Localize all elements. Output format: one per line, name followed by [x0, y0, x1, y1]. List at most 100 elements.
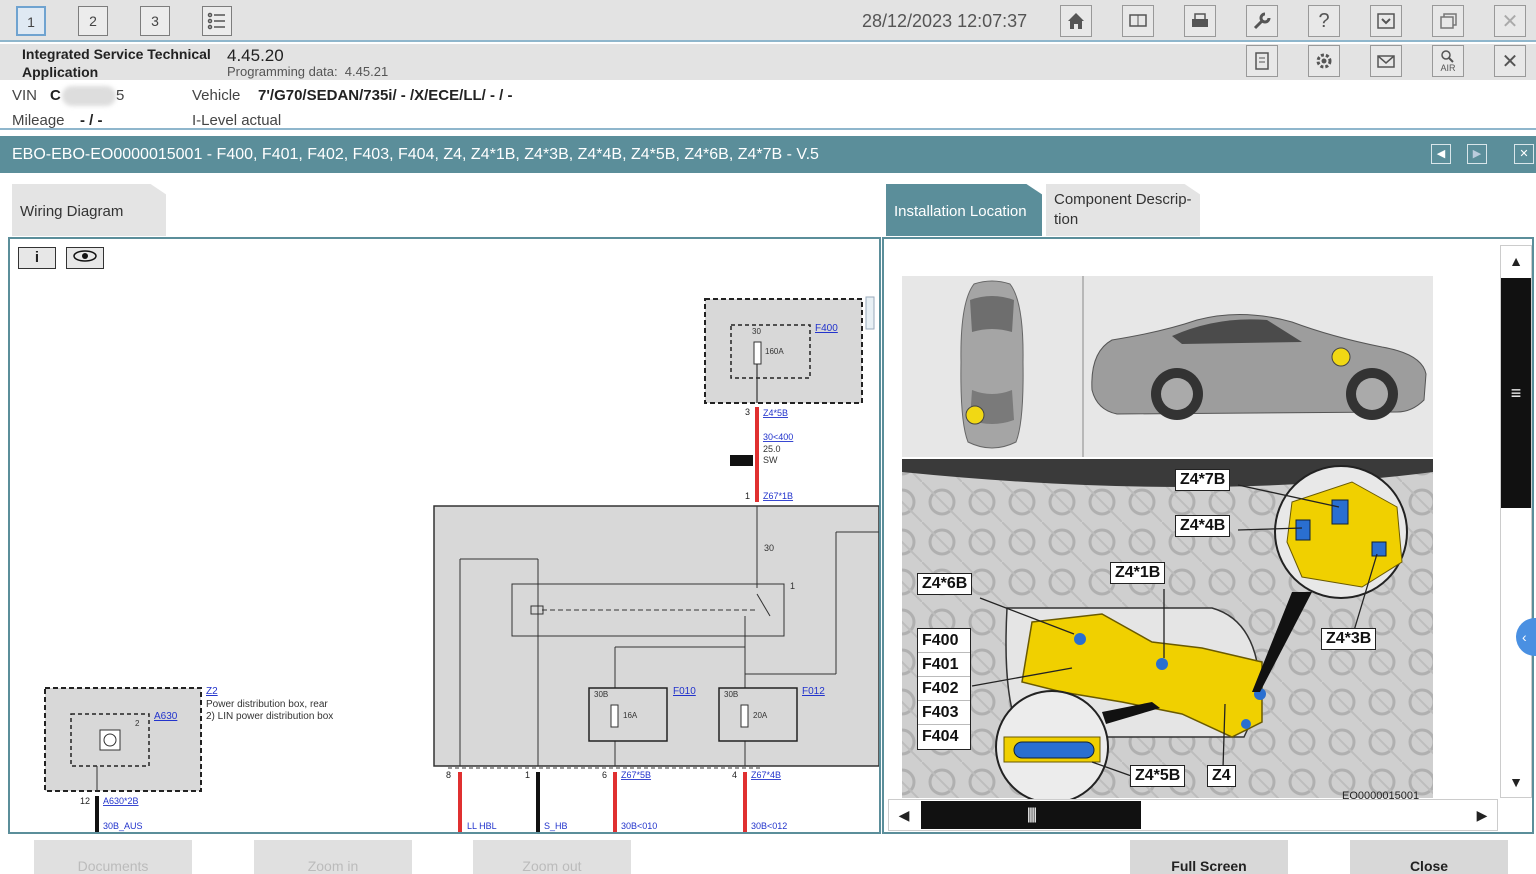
vehicle-label: Vehicle — [192, 87, 241, 104]
session-tab-3[interactable]: 3 — [140, 6, 170, 36]
wire-30b-aus[interactable]: 30B_AUS — [103, 821, 143, 831]
wire-30-400[interactable]: 30<400 — [763, 432, 793, 442]
fuse-f402[interactable]: F402 — [918, 677, 970, 701]
app-name: Integrated Service Technical Application — [22, 46, 211, 80]
printer-icon[interactable] — [1184, 5, 1216, 37]
fuse-f400[interactable]: F400 — [918, 629, 970, 653]
vin-suffix: 5 — [116, 87, 125, 104]
window-icon[interactable] — [1432, 5, 1464, 37]
vehicle-value: 7'/G70/SEDAN/735i/ - /X/ECE/LL/ - / - — [258, 87, 513, 104]
list-icon[interactable] — [202, 6, 232, 36]
app-version: 4.45.20 — [227, 46, 284, 65]
horizontal-scrollbar[interactable]: ◀ |||| ▶ — [888, 799, 1498, 831]
top-toolbar: 1 2 3 28/12/2023 12:07:37 ? ✕ — [0, 0, 1536, 42]
display-icon[interactable] — [1122, 5, 1154, 37]
close-app-icon[interactable]: ✕ — [1494, 45, 1526, 77]
f400-pin: 30 — [752, 327, 761, 336]
scroll-down-icon[interactable]: ▼ — [1501, 767, 1531, 797]
help-icon[interactable]: ? — [1308, 5, 1340, 37]
tab-wiring-diagram[interactable]: Wiring Diagram — [12, 184, 166, 236]
connector-a6302b[interactable]: A630*2B — [103, 796, 139, 806]
vehicle-info: VIN C 5 Vehicle 7'/G70/SEDAN/735i/ - /X/… — [0, 82, 1536, 130]
zoom-in-button[interactable]: Zoom in — [254, 840, 412, 874]
callout-z44b[interactable]: Z4*4B — [1175, 515, 1231, 537]
session-tab-1[interactable]: 1 — [16, 6, 46, 36]
pin-3: 3 — [745, 407, 750, 417]
document-title-bar: EBO-EBO-EO0000015001 - F400, F401, F402,… — [0, 136, 1536, 173]
download-icon[interactable] — [1370, 5, 1402, 37]
f012-pin: 30B — [724, 690, 738, 699]
fuse-f401[interactable]: F401 — [918, 653, 970, 677]
scroll-left-icon[interactable]: ◀ — [889, 800, 919, 830]
vertical-scroll-thumb[interactable]: ≡ — [1501, 278, 1531, 508]
next-icon[interactable]: ▶ — [1467, 144, 1487, 164]
programming-data: Programming data: 4.45.21 — [227, 64, 388, 79]
scroll-up-icon[interactable]: ▲ — [1501, 246, 1531, 276]
relay-pin-1: 1 — [790, 581, 795, 591]
callout-z46b[interactable]: Z4*6B — [917, 573, 973, 595]
wiring-diagram: F400 30 160A 3 Z4*5B 30<400 25.0 SW 1 Z6… — [44, 296, 879, 832]
tab-wiring-label: Wiring Diagram — [20, 203, 124, 220]
vin-blur — [62, 86, 116, 106]
bottom-pin-8: 8 — [446, 770, 451, 780]
document-title: EBO-EBO-EO0000015001 - F400, F401, F402,… — [12, 146, 819, 163]
programming-value: 4.45.21 — [344, 64, 389, 79]
air-label: AIR — [1440, 63, 1456, 73]
callout-z45b[interactable]: Z4*5B — [1130, 765, 1186, 787]
z2-lin-description: 2) LIN power distribution box — [206, 711, 333, 722]
wire-ll-hbl[interactable]: LL HBL — [467, 821, 497, 831]
tab-component-description[interactable]: Component Descrip- tion — [1046, 184, 1200, 236]
datetime: 28/12/2023 12:07:37 — [862, 11, 1028, 31]
fuse-f403[interactable]: F403 — [918, 701, 970, 725]
f012-rating: 20A — [753, 711, 768, 720]
f010-label[interactable]: F010 — [673, 686, 696, 697]
fuse-list: F400 F401 F402 F403 F404 — [917, 628, 971, 750]
tab-installation-location[interactable]: Installation Location — [886, 184, 1042, 236]
mileage-value: - / - — [80, 112, 103, 129]
wire-s-hb[interactable]: S_HB — [544, 821, 568, 831]
close-icon[interactable]: ✕ — [1494, 5, 1526, 37]
wrench-icon[interactable] — [1246, 5, 1278, 37]
f012-label[interactable]: F012 — [802, 686, 825, 697]
wiring-diagram-panel[interactable]: i F400 30 160A 3 Z4*5B 30<400 25.0 SW 1 … — [8, 237, 881, 834]
z2-label[interactable]: Z2 — [206, 686, 218, 697]
wire-30b-010[interactable]: 30B<010 — [621, 821, 657, 831]
connector-z45b[interactable]: Z4*5B — [763, 408, 788, 418]
mileage-label: Mileage — [12, 112, 65, 129]
documents-button[interactable]: Documents — [34, 840, 192, 874]
gear-icon[interactable] — [1308, 45, 1340, 77]
a630-pin: 2 — [135, 719, 140, 728]
fuse-f404[interactable]: F404 — [918, 725, 970, 749]
callout-z4[interactable]: Z4 — [1207, 765, 1236, 787]
bottom-pin-4: 4 — [732, 770, 737, 780]
notes-icon[interactable] — [1246, 45, 1278, 77]
callout-z47b[interactable]: Z4*7B — [1175, 469, 1231, 491]
close-button[interactable]: Close — [1350, 840, 1508, 874]
wire-30b-012[interactable]: 30B<012 — [751, 821, 787, 831]
connector-z675b[interactable]: Z67*5B — [621, 770, 651, 780]
z2-description: Power distribution box, rear — [206, 699, 328, 710]
tab-install-label: Installation Location — [894, 203, 1027, 220]
zoom-out-button[interactable]: Zoom out — [473, 840, 631, 874]
a630-label[interactable]: A630 — [154, 711, 178, 722]
f010-rating: 16A — [623, 711, 638, 720]
full-screen-button[interactable]: Full Screen — [1130, 840, 1288, 874]
pin-1: 1 — [745, 491, 750, 501]
f010-pin: 30B — [594, 690, 608, 699]
previous-icon[interactable]: ◀ — [1431, 144, 1451, 164]
connector-z671b[interactable]: Z67*1B — [763, 491, 793, 501]
session-tab-2[interactable]: 2 — [78, 6, 108, 36]
home-icon[interactable] — [1060, 5, 1092, 37]
callout-z43b[interactable]: Z4*3B — [1321, 628, 1377, 650]
connector-z674b[interactable]: Z67*4B — [751, 770, 781, 780]
bottom-bar: Documents Zoom in Zoom out Full Screen C… — [0, 836, 1536, 874]
programming-label: Programming data: — [227, 64, 338, 79]
horizontal-scroll-thumb[interactable]: |||| — [921, 801, 1141, 829]
scroll-right-icon[interactable]: ▶ — [1467, 800, 1497, 830]
f400-label[interactable]: F400 — [815, 323, 838, 334]
callout-z41b[interactable]: Z4*1B — [1110, 562, 1166, 584]
vertical-scrollbar[interactable]: ▲ ≡ ▼ — [1500, 245, 1532, 798]
close-document-icon[interactable]: ✕ — [1514, 144, 1534, 164]
air-search-icon[interactable]: AIR — [1432, 45, 1464, 77]
mail-icon[interactable] — [1370, 45, 1402, 77]
